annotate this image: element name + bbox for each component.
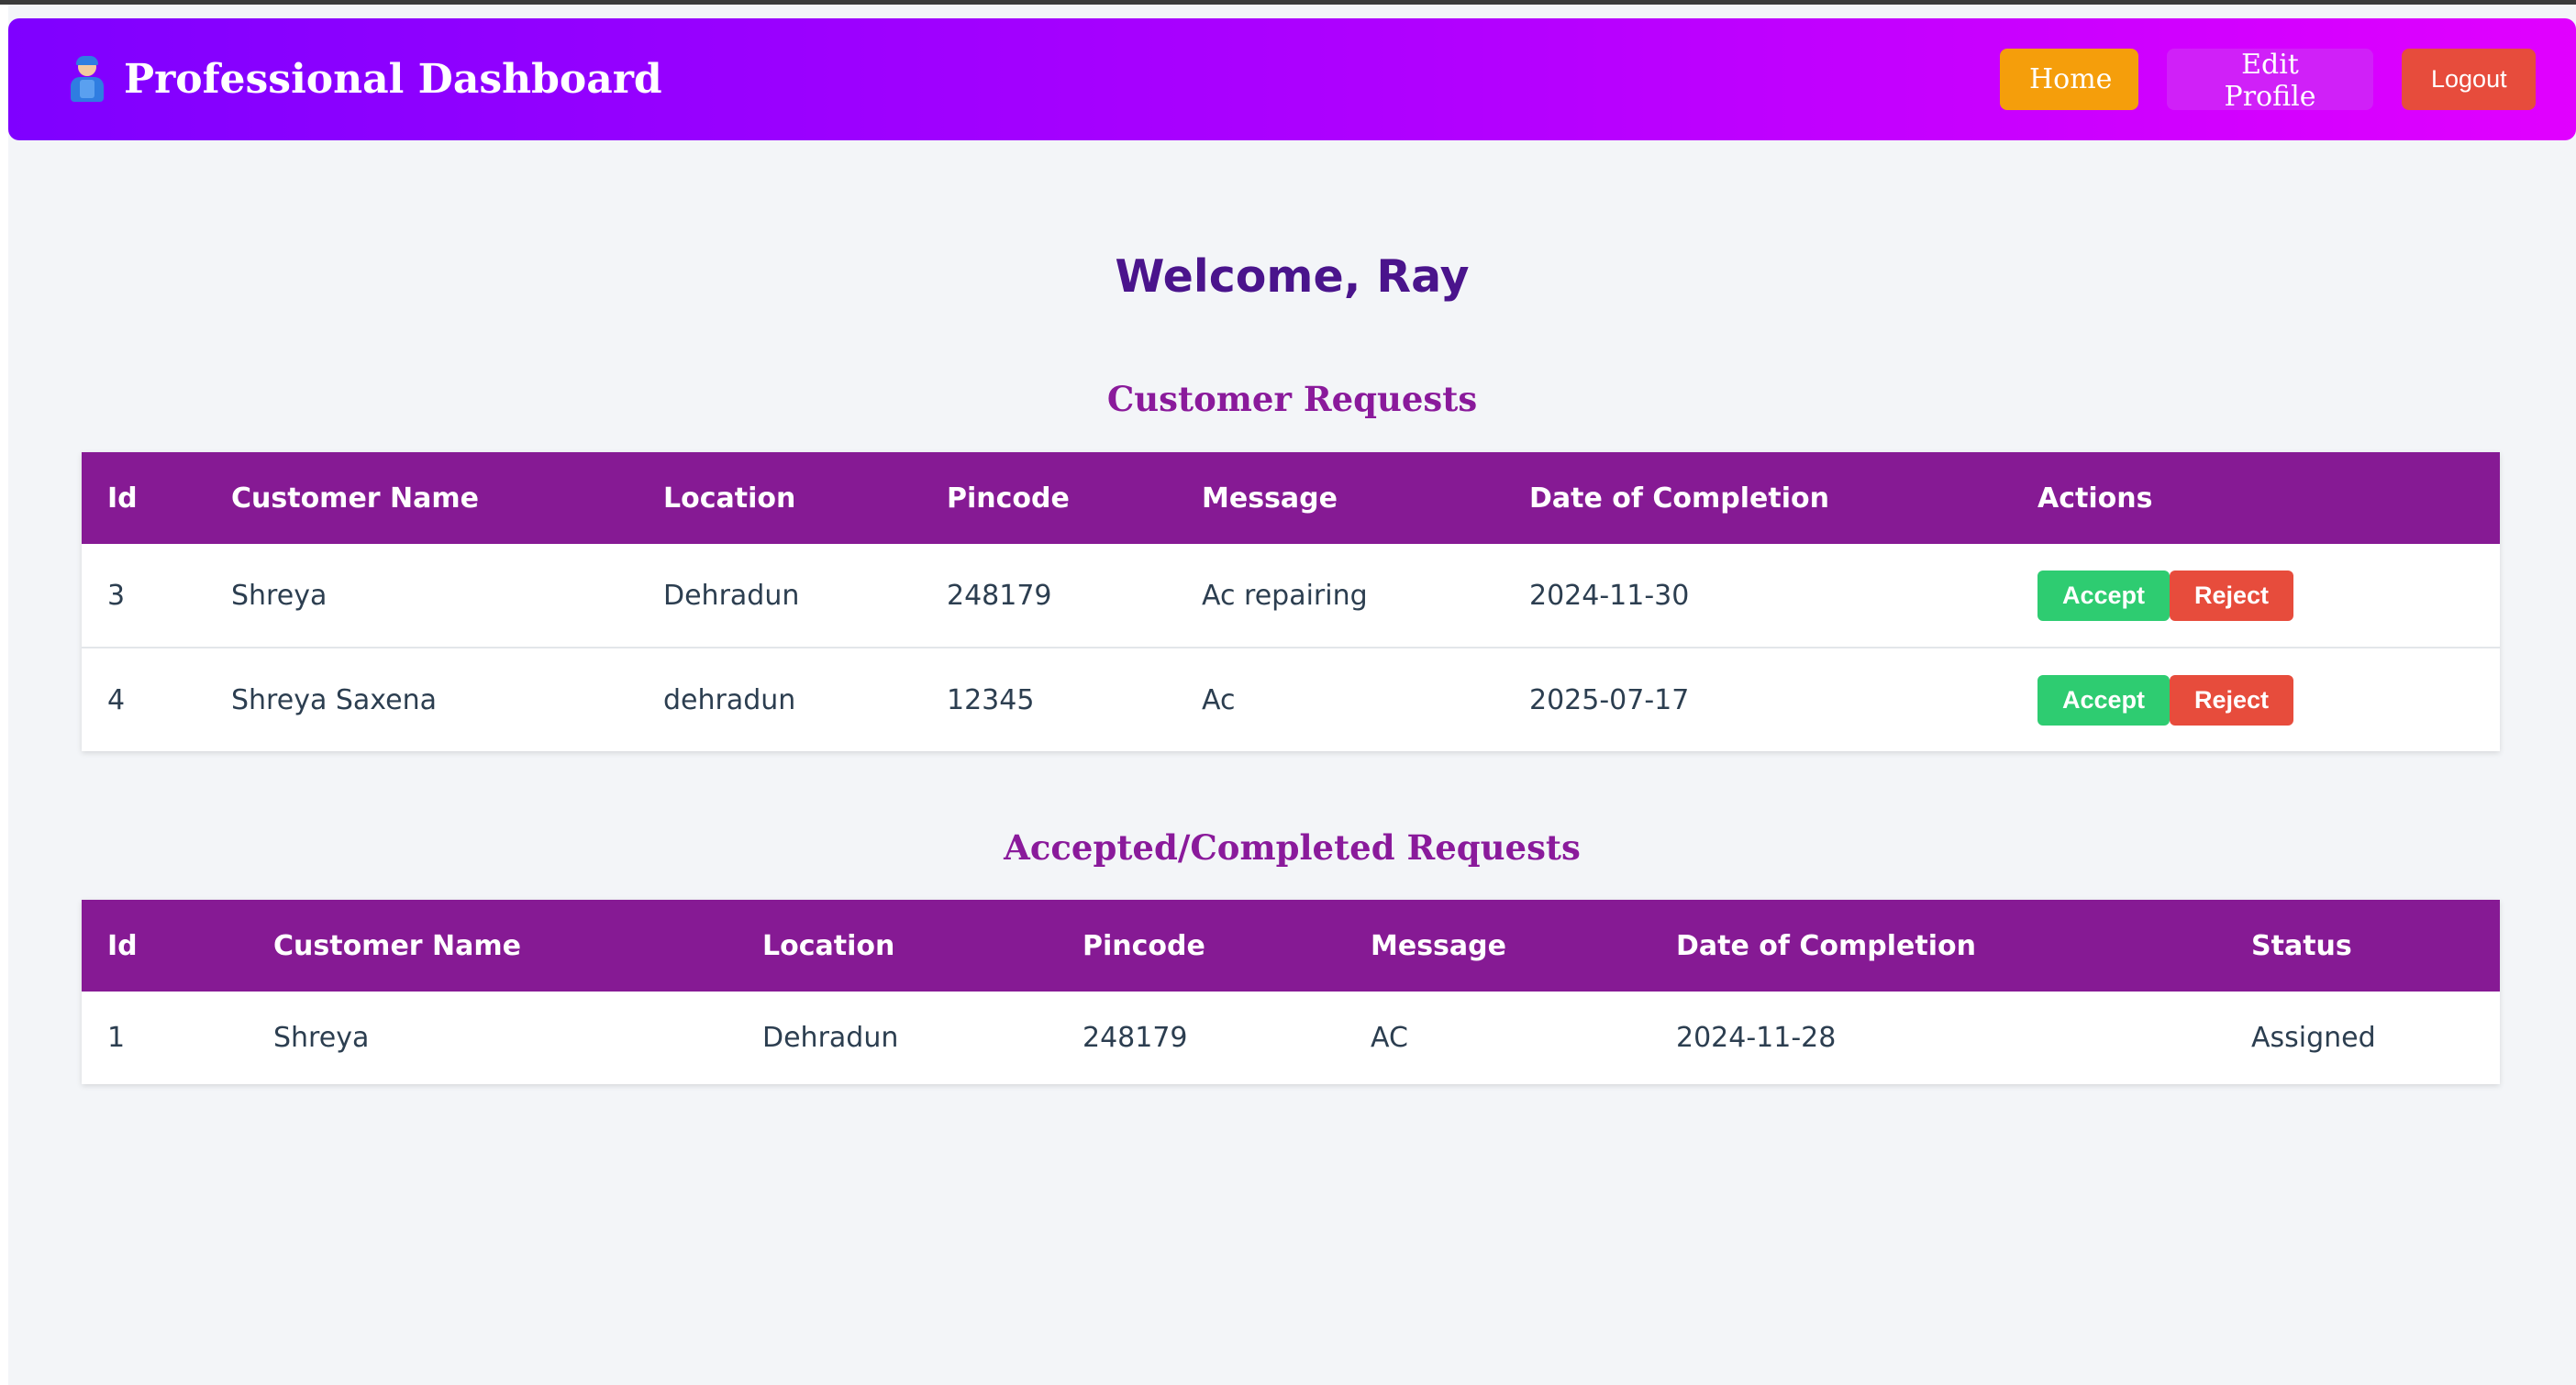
table-row: 4 Shreya Saxena dehradun 12345 Ac 2025-0… [82,647,2500,751]
cell-date: 2024-11-30 [1529,579,1690,612]
reject-button[interactable]: Reject [2170,674,2293,726]
cell-date: 2024-11-28 [1676,1022,1837,1054]
column-header-actions: Actions [2037,482,2153,515]
accept-button[interactable]: Accept [2037,674,2170,726]
table-header-row: Id Customer Name Location Pincode Messag… [82,452,2500,544]
edit-profile-button[interactable]: Edit Profile [2167,49,2373,113]
cell-message: AC [1371,1022,1408,1054]
cell-date: 2025-07-17 [1504,647,2012,751]
cell-id: 1 [107,1022,126,1054]
cell-pincode: 248179 [947,579,1052,612]
cell-actions: Accept Reject [2012,544,2500,648]
cell-location: Dehradun [663,579,800,612]
cell-id: 3 [107,579,126,612]
table-row: 3 Shreya Dehradun 248179 Ac repairing 20… [82,544,2500,648]
welcome-heading: Welcome, Ray [1115,250,1470,303]
table-row: 1 Shreya Dehradun 248179 AC 2024-11-28 A… [82,992,2500,1084]
cell-actions: Accept Reject [2012,647,2500,751]
column-header-location: Location [762,929,895,962]
accepted-requests-table: Id Customer Name Location Pincode Messag… [82,900,2500,1084]
cell-pincode: 12345 [921,647,1176,751]
cell-message: Ac [1176,647,1504,751]
column-header-id: Id [107,482,138,515]
cell-id: 4 [82,647,205,751]
cell-location: dehradun [638,647,921,751]
table-header-row: Id Customer Name Location Pincode Messag… [82,900,2500,992]
navbar: Professional Dashboard Home Edit Profile… [8,18,2576,140]
page: Professional Dashboard Home Edit Profile… [8,5,2576,1385]
nav-buttons: Home Edit Profile Logout [2000,49,2536,113]
column-header-pincode: Pincode [1083,929,1205,962]
column-header-message: Message [1202,482,1338,515]
cell-customer-name: Shreya [231,579,328,612]
customer-requests-title: Customer Requests [1106,379,1478,419]
column-header-id: Id [107,929,138,962]
brand-title: Professional Dashboard [124,56,662,103]
logout-button[interactable]: Logout [2402,49,2536,110]
cell-location: Dehradun [762,1022,899,1054]
cell-customer-name: Shreya [273,1022,370,1054]
brand: Professional Dashboard [67,55,662,103]
customer-requests-table: Id Customer Name Location Pincode Messag… [82,452,2500,751]
accepted-requests-title: Accepted/Completed Requests [1004,827,1581,868]
column-header-customer-name: Customer Name [231,482,479,515]
column-header-message: Message [1371,929,1506,962]
mechanic-icon [67,55,107,102]
cell-customer-name: Shreya Saxena [205,647,638,751]
cell-status: Assigned [2251,1022,2376,1054]
column-header-pincode: Pincode [947,482,1070,515]
column-header-location: Location [663,482,796,515]
reject-button[interactable]: Reject [2170,570,2293,621]
column-header-customer-name: Customer Name [273,929,521,962]
home-button[interactable]: Home [2000,49,2138,110]
cell-message: Ac repairing [1202,579,1368,612]
column-header-date-of-completion: Date of Completion [1676,929,1976,962]
column-header-date-of-completion: Date of Completion [1529,482,1829,515]
accept-button[interactable]: Accept [2037,570,2170,621]
column-header-status: Status [2251,929,2352,962]
cell-pincode: 248179 [1083,1022,1188,1054]
